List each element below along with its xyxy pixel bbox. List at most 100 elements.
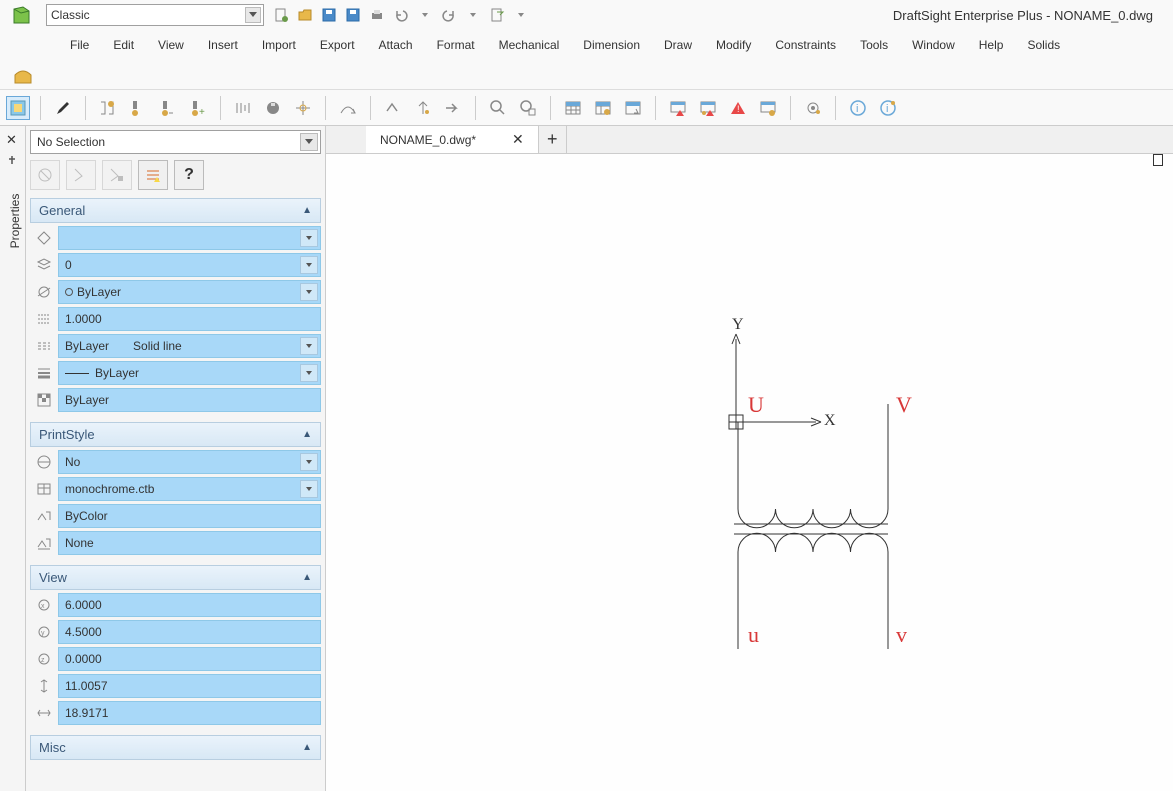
layer-manager-button[interactable] (6, 96, 30, 120)
table-alert-icon-2[interactable] (696, 96, 720, 120)
alert-icon[interactable]: ! (726, 96, 750, 120)
prop-cx[interactable]: 6.0000 (58, 593, 321, 617)
table-icon-1[interactable] (561, 96, 585, 120)
menu-constraints[interactable]: Constraints (763, 32, 848, 58)
save-as-button[interactable] (344, 6, 362, 24)
group-misc[interactable]: Misc ▲ (30, 735, 321, 760)
menu-solids[interactable]: Solids (1015, 32, 1072, 58)
info-icon-1[interactable]: i (846, 96, 870, 120)
prop-linetype[interactable]: ByLayer (58, 280, 321, 304)
zoom-extents-icon[interactable] (516, 96, 540, 120)
undo-button[interactable] (392, 6, 410, 24)
prop-transparency[interactable]: ByLayer (58, 388, 321, 412)
svg-text:i: i (856, 103, 858, 115)
gear-icon[interactable] (801, 96, 825, 120)
menu-view[interactable]: View (146, 32, 196, 58)
selection-value: No Selection (37, 135, 105, 149)
prop-linestyle[interactable]: ByLayerSolid line (58, 334, 321, 358)
panel-tool-2 (66, 160, 96, 190)
group-view[interactable]: View ▲ (30, 565, 321, 590)
add-tab-button[interactable]: + (539, 126, 567, 153)
properties-side-tab[interactable]: ✕ Properties ies (0, 126, 26, 791)
redo-dropdown-icon[interactable] (464, 6, 482, 24)
info-icon-2[interactable]: i (876, 96, 900, 120)
tool-icon-11[interactable] (441, 96, 465, 120)
prop-lineweight[interactable]: ByLayer (58, 361, 321, 385)
transparency-icon (30, 388, 58, 412)
export-button[interactable] (488, 6, 506, 24)
tool-icon-1[interactable] (96, 96, 120, 120)
group-printstyle[interactable]: PrintStyle ▲ (30, 422, 321, 447)
menu-help[interactable]: Help (967, 32, 1016, 58)
prop-printtable[interactable]: monochrome.ctb (58, 477, 321, 501)
tool-icon-5[interactable] (231, 96, 255, 120)
drawing-canvas[interactable]: Y X U V u v (326, 154, 1173, 791)
pin-icon[interactable] (6, 156, 20, 170)
menu-window[interactable]: Window (900, 32, 967, 58)
menu-tools[interactable]: Tools (848, 32, 900, 58)
tool-icon-4[interactable]: + (186, 96, 210, 120)
main-area: ✕ Properties ies No Selection ? General … (0, 126, 1173, 791)
menu-file[interactable]: File (58, 32, 101, 58)
terminal-u-lower: u (748, 622, 759, 648)
tool-icon-10[interactable] (411, 96, 435, 120)
menu-insert[interactable]: Insert (196, 32, 250, 58)
linescale-icon (30, 307, 58, 331)
prop-color[interactable] (58, 226, 321, 250)
prop-height[interactable]: 11.0057 (58, 674, 321, 698)
menu-dimension[interactable]: Dimension (571, 32, 652, 58)
home-icon[interactable] (10, 63, 34, 87)
table-icon-2[interactable] (591, 96, 615, 120)
prop-linescale[interactable]: 1.0000 (58, 307, 321, 331)
properties-tab-label: Properties (8, 186, 22, 256)
qat-dropdown-icon[interactable] (512, 6, 530, 24)
prop-layer[interactable]: 0 (58, 253, 321, 277)
tool-icon-6[interactable] (261, 96, 285, 120)
plot-icon (30, 450, 58, 474)
redo-button[interactable] (440, 6, 458, 24)
prop-cy[interactable]: 4.5000 (58, 620, 321, 644)
tool-icon-8[interactable] (336, 96, 360, 120)
undo-dropdown-icon[interactable] (416, 6, 434, 24)
color-icon (30, 226, 58, 250)
tool-icon-7[interactable] (291, 96, 315, 120)
prop-printoverride[interactable]: None (58, 531, 321, 555)
menu-draw[interactable]: Draw (652, 32, 704, 58)
prop-plot[interactable]: No (58, 450, 321, 474)
tool-icon-9[interactable] (381, 96, 405, 120)
viewport-marker (1153, 154, 1163, 166)
menu-edit[interactable]: Edit (101, 32, 146, 58)
selection-dropdown[interactable]: No Selection (30, 130, 321, 154)
workspace-dropdown[interactable]: Classic (46, 4, 264, 26)
prop-cz[interactable]: 0.0000 (58, 647, 321, 671)
prop-width[interactable]: 18.9171 (58, 701, 321, 725)
open-file-button[interactable] (296, 6, 314, 24)
table-alert-icon-1[interactable] (666, 96, 690, 120)
pencil-icon[interactable] (51, 96, 75, 120)
zoom-icon[interactable] (486, 96, 510, 120)
menu-import[interactable]: Import (250, 32, 308, 58)
document-tabs: NONAME_0.dwg* ✕ + (326, 126, 1173, 154)
group-general[interactable]: General ▲ (30, 198, 321, 223)
properties-panel: No Selection ? General ▲ 0 ByLayer 1.000… (26, 126, 326, 791)
table-gear-icon[interactable] (756, 96, 780, 120)
menu-modify[interactable]: Modify (704, 32, 763, 58)
document-tab[interactable]: NONAME_0.dwg* ✕ (366, 126, 539, 153)
close-icon[interactable]: ✕ (6, 132, 17, 148)
menu-attach[interactable]: Attach (367, 32, 425, 58)
print-button[interactable] (368, 6, 386, 24)
tool-icon-2[interactable] (126, 96, 150, 120)
prop-printmode[interactable]: ByColor (58, 504, 321, 528)
panel-tool-4[interactable] (138, 160, 168, 190)
menu-export[interactable]: Export (308, 32, 367, 58)
new-file-button[interactable] (272, 6, 290, 24)
save-button[interactable] (320, 6, 338, 24)
layer-icon (30, 253, 58, 277)
collapse-icon: ▲ (302, 742, 312, 753)
close-tab-icon[interactable]: ✕ (512, 131, 524, 148)
help-button[interactable]: ? (174, 160, 204, 190)
tool-icon-3[interactable] (156, 96, 180, 120)
menu-mechanical[interactable]: Mechanical (487, 32, 572, 58)
table-icon-3[interactable] (621, 96, 645, 120)
menu-format[interactable]: Format (425, 32, 487, 58)
